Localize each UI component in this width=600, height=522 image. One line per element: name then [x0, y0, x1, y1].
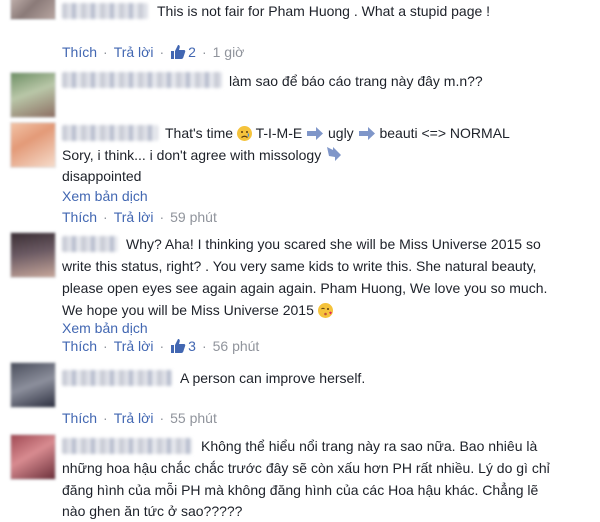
like-count[interactable]: 3 [188, 338, 196, 354]
comment-text-line-3: please open eyes see again again again. … [62, 280, 548, 296]
separator: · [103, 410, 108, 426]
comment-6: Không thể hiểu nổi trang này ra sao nữa.… [0, 426, 600, 522]
avatar[interactable] [10, 434, 56, 480]
comment-text: A person can improve herself. [180, 370, 366, 386]
comment-text-segment: beauti <=> NORMAL [379, 125, 510, 141]
comment-1: This is not fair for Pham Huong . What a… [0, 0, 600, 68]
comment-text-segment: Sory, i think... i don't agree with miss… [62, 147, 322, 163]
timestamp[interactable]: 56 phút [213, 338, 260, 354]
avatar[interactable] [10, 122, 56, 168]
avatar[interactable] [10, 72, 56, 118]
comment-actions: Thích · Trả lời · 3 · 56 phút [62, 336, 259, 356]
comment-text-line-1: That's time T-I-M-E ugly beauti <=> NORM… [165, 122, 510, 144]
comment-text-line-4: We hope you will be Miss Universe 2015 [62, 299, 333, 321]
commenter-name-blurred[interactable] [62, 3, 148, 19]
like-button[interactable]: Thích [62, 410, 97, 426]
separator: · [103, 338, 108, 354]
kiss-face-icon [317, 303, 333, 318]
like-button[interactable]: Thích [62, 209, 97, 225]
comment-text-line-3: đăng hình của mỗi PH mà không đăng hình … [62, 482, 539, 498]
commenter-name-blurred[interactable] [62, 370, 172, 386]
separator: · [103, 209, 108, 225]
avatar[interactable] [10, 232, 56, 278]
timestamp[interactable]: 55 phút [170, 410, 217, 426]
like-count[interactable]: 2 [188, 44, 196, 60]
see-translation-link[interactable]: Xem bản dịch [62, 188, 148, 204]
see-translation-link[interactable]: Xem bản dịch [62, 320, 148, 336]
comment-text-line-2: write this status, right? . You very sam… [62, 258, 537, 274]
reply-button[interactable]: Trả lời [114, 410, 154, 426]
commenter-name-blurred[interactable] [62, 72, 222, 88]
separator: · [103, 44, 108, 60]
separator: · [159, 44, 165, 60]
timestamp[interactable]: 59 phút [170, 209, 217, 225]
comment-text-line-1: Không thể hiểu nổi trang này ra sao nữa.… [201, 438, 538, 454]
arrow-down-right-icon [327, 147, 342, 161]
comment-text-segment: ugly [328, 125, 354, 141]
separator: · [159, 410, 165, 426]
comment-actions: Thích · Trả lời · 2 · 1 giờ [62, 42, 244, 62]
like-button[interactable]: Thích [62, 338, 97, 354]
thumbs-up-icon [171, 45, 186, 59]
comment-text-line-4: nào ghen ăn tức ở sao????? [62, 503, 243, 519]
arrow-right-icon [307, 127, 324, 140]
comment-text-line-2: những hoa hậu chắc chắc trước đây sẽ còn… [62, 460, 550, 476]
comment-2: làm sao để báo cáo trang này đây m.n?? [0, 68, 600, 118]
comment-text-segment: T-I-M-E [255, 125, 303, 141]
separator: · [201, 44, 207, 60]
comment-text: làm sao để báo cáo trang này đây m.n?? [229, 73, 483, 89]
timestamp[interactable]: 1 giờ [213, 44, 245, 60]
comment-5: A person can improve herself. Thích · Tr… [0, 356, 600, 426]
comment-text-segment: That's time [165, 125, 234, 141]
reply-button[interactable]: Trả lời [114, 338, 154, 354]
comment-4: Why? Aha! I thinking you scared she will… [0, 228, 600, 356]
arrow-right-icon [358, 127, 375, 140]
comment-text-line-2: Sory, i think... i don't agree with miss… [62, 144, 343, 166]
avatar[interactable] [10, 362, 56, 408]
reply-button[interactable]: Trả lời [114, 44, 154, 60]
separator: · [159, 209, 165, 225]
comment-text-line-1: Why? Aha! I thinking you scared she will… [126, 236, 541, 252]
comment-text-segment: We hope you will be Miss Universe 2015 [62, 302, 314, 318]
avatar[interactable] [10, 0, 56, 20]
thumbs-up-icon [171, 339, 186, 353]
comment-actions: Thích · Trả lời · 55 phút [62, 408, 217, 428]
separator: · [159, 338, 165, 354]
comment-actions: Thích · Trả lời · 59 phút [62, 207, 217, 227]
commenter-name-blurred[interactable] [62, 125, 158, 141]
commenter-name-blurred[interactable] [62, 438, 192, 454]
like-button[interactable]: Thích [62, 44, 97, 60]
comment-text-line-3: disappointed [62, 168, 142, 184]
comment-3: That's time T-I-M-E ugly beauti <=> NORM… [0, 116, 600, 228]
crying-face-icon [236, 126, 252, 141]
commenter-name-blurred[interactable] [62, 236, 118, 252]
reply-button[interactable]: Trả lời [114, 209, 154, 225]
comment-text: This is not fair for Pham Huong . What a… [157, 3, 491, 19]
separator: · [201, 338, 207, 354]
